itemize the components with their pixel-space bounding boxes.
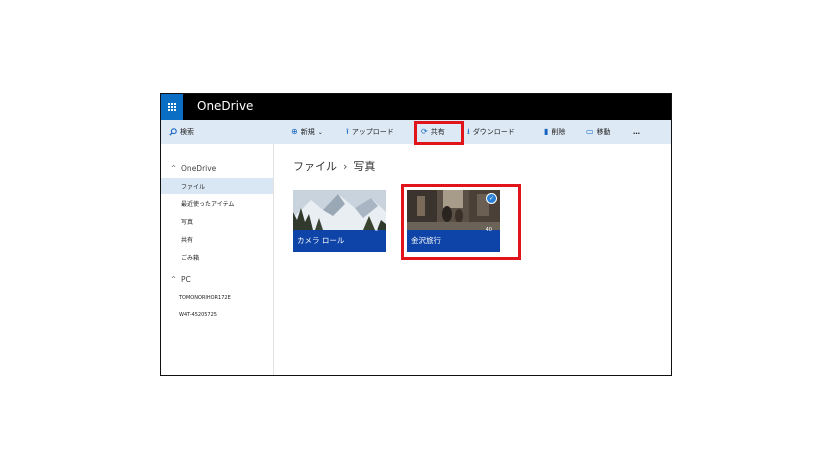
sidebar-item-recent[interactable]: 最近使ったアイテム [161,195,273,211]
sidebar-item-label: TOMONORIHOR172E [179,295,231,301]
nav-onedrive-header[interactable]: ^ OneDrive [171,164,216,173]
chevron-up-icon: ^ [171,165,177,172]
upload-icon: ⭱ [346,127,349,136]
sidebar-item-recycle-bin[interactable]: ごみ箱 [161,249,273,265]
sidebar-item-label: 最近使ったアイテム [181,200,235,208]
breadcrumb: ファイル › 写真 [293,158,375,174]
sidebar-item-pc-2[interactable]: W4T-45205725 [161,307,273,323]
move-button[interactable]: ▭ 移動 [586,120,611,144]
sidebar-item-label: ごみ箱 [181,254,200,262]
new-button[interactable]: ⊕ 新規 ⌄ [291,120,323,144]
breadcrumb-current: 写真 [353,160,376,173]
onedrive-window: OneDrive 検索 ⊕ 新規 ⌄ ⭱ アップロード ⟳ 共有 ⭳ ダウンロー… [160,93,672,376]
left-navigation: ^ OneDrive ファイル 最近使ったアイテム 写真 共有 ごみ箱 ^ PC… [161,144,274,375]
breadcrumb-parent[interactable]: ファイル [293,160,337,173]
app-title: OneDrive [197,99,254,113]
download-icon: ⭳ [467,127,470,136]
delete-button[interactable]: ▮ 削除 [544,120,565,144]
folder-item-count: 5 [374,227,378,233]
download-label: ダウンロード [472,128,515,136]
chevron-up-icon: ^ [171,276,177,283]
nav-pc-label: PC [181,275,191,284]
chevron-down-icon: ⌄ [317,128,323,136]
sidebar-item-pc-1[interactable]: TOMONORIHOR172E [161,290,273,306]
move-label: 移動 [596,128,611,136]
more-icon: … [633,128,640,136]
breadcrumb-separator: › [343,160,348,173]
top-bar: OneDrive [161,94,671,120]
folder-tile-camera-roll[interactable]: 5 カメラ ロール [293,190,386,252]
search-box[interactable]: 検索 [161,120,274,144]
sidebar-item-label: W4T-45205725 [179,312,217,318]
sidebar-item-shared[interactable]: 共有 [161,231,273,247]
search-icon [169,128,177,136]
trash-icon: ▮ [544,127,549,136]
sidebar-item-files[interactable]: ファイル [161,178,273,194]
search-label: 検索 [180,128,194,136]
plus-circle-icon: ⊕ [291,127,298,136]
app-launcher-button[interactable] [161,94,183,120]
more-button[interactable]: … [633,120,640,144]
move-icon: ▭ [586,127,594,136]
upload-label: アップロード [351,128,394,136]
sidebar-item-label: 共有 [181,236,194,244]
sidebar-item-label: 写真 [181,218,194,226]
nav-onedrive-label: OneDrive [181,164,217,173]
mountain-thumbnail [293,190,386,230]
nav-pc-header[interactable]: ^ PC [171,275,191,284]
sidebar-item-photos[interactable]: 写真 [161,213,273,229]
share-highlight-frame [414,121,464,145]
folder-highlight-frame [401,184,521,260]
upload-button[interactable]: ⭱ アップロード [346,120,394,144]
folder-name: カメラ ロール [297,236,345,245]
waffle-icon [167,102,177,112]
delete-label: 削除 [551,128,566,136]
download-button[interactable]: ⭳ ダウンロード [467,120,515,144]
sidebar-item-label: ファイル [181,183,206,191]
new-label: 新規 [300,128,315,136]
